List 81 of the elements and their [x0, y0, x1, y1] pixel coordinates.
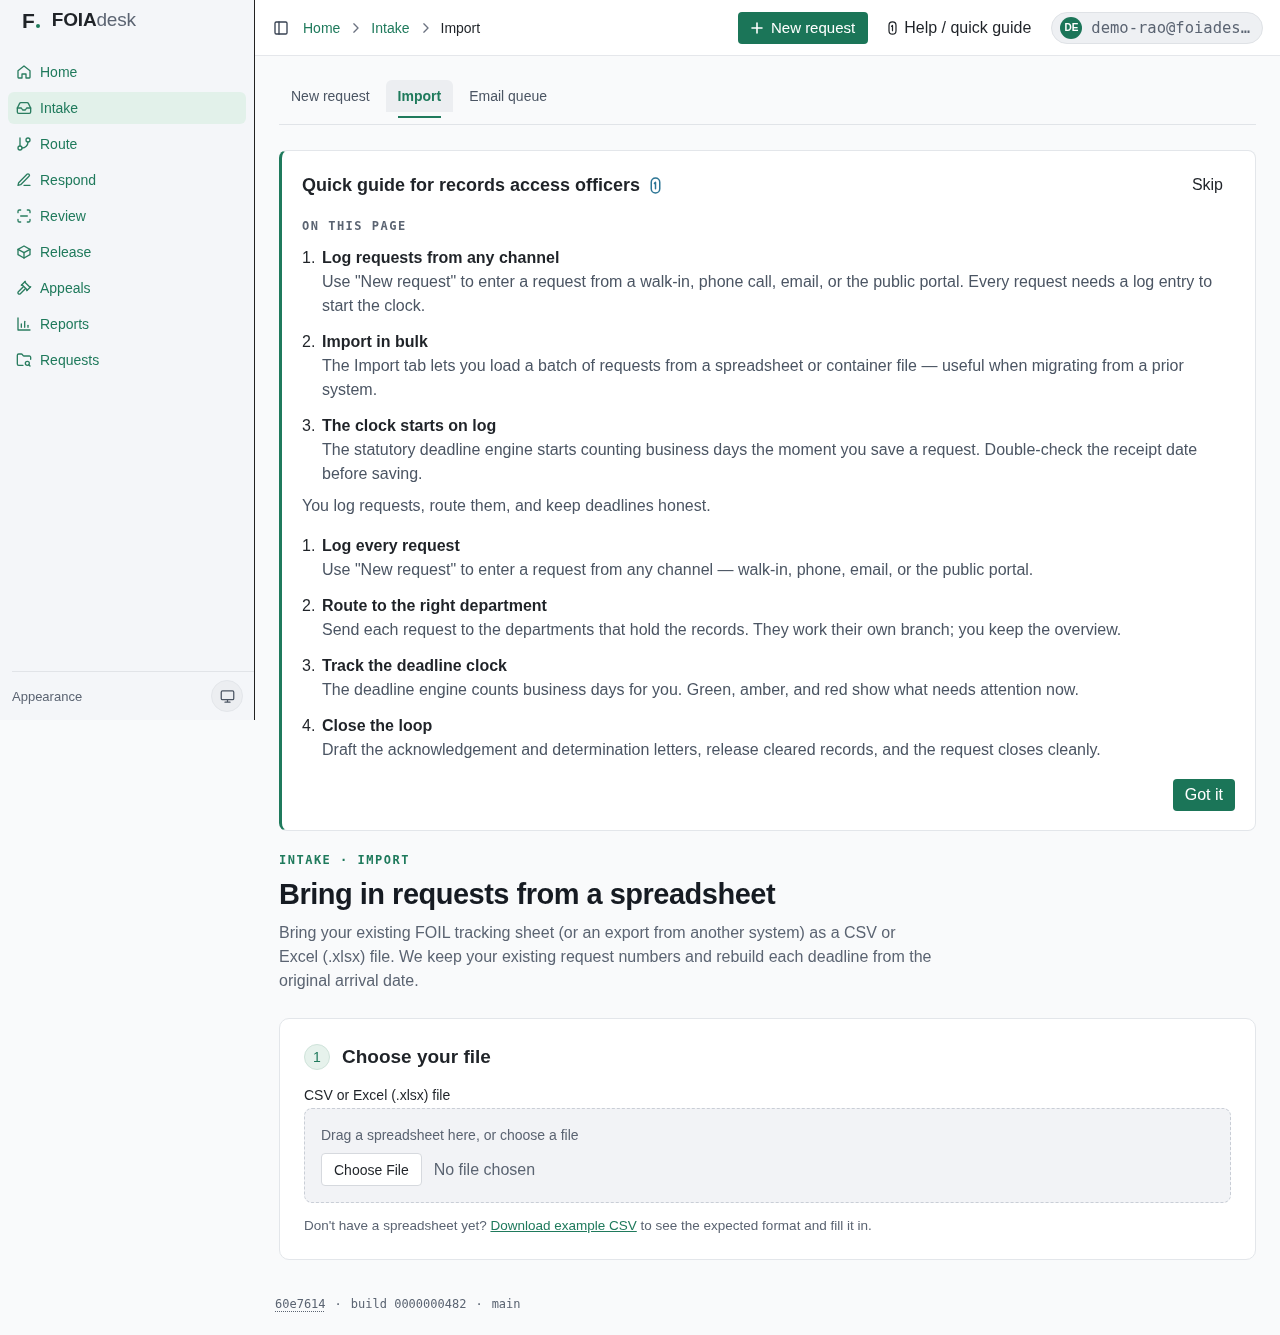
- help-text: Don't have a spreadsheet yet? Download example CSV to see the expected format and fill it in.: [304, 1217, 873, 1235]
- eyebrow: INTAKE · IMPORT: [279, 852, 411, 868]
- page-description: Bring your existing FOIL tracking sheet (or an export from another system) as a CSV or Excel (.xlsx) file. We keep your existing request numbers and rebuild each deadline from the original arrival date.: [279, 923, 933, 991]
- capsule-icon: [650, 176, 662, 194]
- guide-title: Quick guide for records access officers: [302, 174, 641, 197]
- monitor-icon: [219, 688, 235, 704]
- step-title: Import in bulk: [322, 332, 429, 352]
- dropzone[interactable]: Drag a spreadsheet here, or choose a file Choose File No file chosen: [304, 1108, 1231, 1203]
- step-title: Log requests from any channel: [322, 248, 561, 268]
- file-status: No file chosen: [433, 1160, 536, 1179]
- help-link[interactable]: Help / quick guide: [888, 18, 1032, 37]
- list-number: 4.: [302, 716, 317, 736]
- capsule-icon: [888, 20, 898, 35]
- got-it-button[interactable]: Got it: [1172, 779, 1235, 811]
- step-description: Draft the acknowledgement and determination letters, release cleared records, and the request closes cleanly.: [322, 740, 1102, 760]
- nav-item[interactable]: Reports: [8, 308, 246, 340]
- step-title: Log every request: [322, 536, 461, 556]
- section-label: ON THIS PAGE: [302, 218, 408, 234]
- page-title: Bring in requests from a spreadsheet: [279, 877, 777, 912]
- nav-item[interactable]: Appeals: [8, 272, 246, 304]
- box-icon: [16, 244, 32, 260]
- step-title: Choose your file: [342, 1045, 491, 1069]
- nav-item[interactable]: Requests: [8, 344, 246, 376]
- list-number: 2.: [302, 332, 317, 352]
- step-description: The deadline engine counts business days for you. Green, amber, and red show what needs attention now.: [322, 680, 1080, 700]
- gavel-icon: [16, 280, 32, 296]
- branch-icon: [16, 136, 32, 152]
- inbox-icon: [16, 100, 32, 116]
- logo-letter: F: [22, 9, 35, 31]
- list-number: 3.: [302, 656, 317, 676]
- list-number: 2.: [302, 596, 317, 616]
- home-icon: [16, 64, 32, 80]
- nav-item[interactable]: Respond: [8, 164, 246, 196]
- step-description: The Import tab lets you load a batch of requests from a spreadsheet or container file — useful when migrating from a prior system.: [322, 356, 1185, 400]
- appearance-label: Appearance: [12, 688, 83, 704]
- list-number: 3.: [302, 416, 317, 436]
- commit-hash[interactable]: 60e7614: [275, 1297, 326, 1311]
- tab[interactable]: Email queue: [457, 80, 559, 118]
- step-description: Send each request to the departments that hold the records. They work their own branch; you keep the overview.: [322, 620, 1123, 640]
- plus-icon: [750, 21, 763, 34]
- guide-intro: You log requests, route them, and keep deadlines honest.: [302, 496, 712, 516]
- breadcrumb-link[interactable]: Home: [303, 19, 341, 36]
- chevron-right-icon: [352, 22, 360, 33]
- new-request-button[interactable]: New request: [737, 11, 869, 44]
- choose-file-button[interactable]: Choose File: [321, 1153, 422, 1186]
- list-number: 1.: [302, 536, 317, 556]
- step-description: Use "New request" to enter a request from any channel — walk-in, phone, email, or the public portal.: [322, 560, 1035, 580]
- nav-item[interactable]: Intake: [8, 92, 246, 124]
- avatar: DE: [1060, 16, 1083, 39]
- step-title: The clock starts on log: [322, 416, 498, 436]
- bar-chart-icon: [16, 316, 32, 332]
- tab[interactable]: Import: [385, 80, 454, 118]
- dropzone-hint: Drag a spreadsheet here, or choose a file: [321, 1126, 580, 1145]
- breadcrumb-current: Import: [440, 19, 481, 36]
- sidebar-toggle-icon[interactable]: [273, 19, 289, 36]
- list-number: 1.: [302, 248, 317, 268]
- dot-icon: [35, 24, 40, 28]
- download-link[interactable]: Download example CSV: [490, 1218, 637, 1233]
- step-title: Route to the right department: [322, 596, 548, 616]
- nav-item[interactable]: Route: [8, 128, 246, 160]
- nav-item[interactable]: Review: [8, 200, 246, 232]
- breadcrumb-link[interactable]: Intake: [371, 19, 410, 36]
- tab[interactable]: New request: [279, 80, 382, 118]
- step-title: Track the deadline clock: [322, 656, 508, 676]
- skip-button[interactable]: Skip: [1179, 172, 1235, 198]
- user-menu-button[interactable]: DE demo-rao@foiades…: [1051, 11, 1263, 44]
- folder-search-icon: [16, 352, 32, 368]
- pencil-icon: [16, 172, 32, 188]
- appearance-button[interactable]: [211, 680, 243, 712]
- step-description: Use "New request" to enter a request from a walk-in, phone call, email, or the public portal. Every request needs a log entry to start the clock.: [322, 272, 1214, 316]
- build-info: 60e7614 · build 0000000482 · main: [274, 1296, 522, 1313]
- nav-item[interactable]: Release: [8, 236, 246, 268]
- chevron-right-icon: [421, 22, 429, 33]
- user-email: demo-rao@foiades…: [1091, 18, 1250, 37]
- step-number-badge: 1: [304, 1044, 330, 1070]
- scan-icon: [16, 208, 32, 224]
- wordmark: FOIAdesk: [51, 9, 136, 31]
- nav-item[interactable]: Home: [8, 56, 246, 88]
- step-description: The statutory deadline engine starts counting business days the moment you save a request. Double-check the receipt date before saving.: [322, 440, 1199, 484]
- field-label: CSV or Excel (.xlsx) file: [304, 1086, 452, 1105]
- step-title: Close the loop: [322, 716, 434, 736]
